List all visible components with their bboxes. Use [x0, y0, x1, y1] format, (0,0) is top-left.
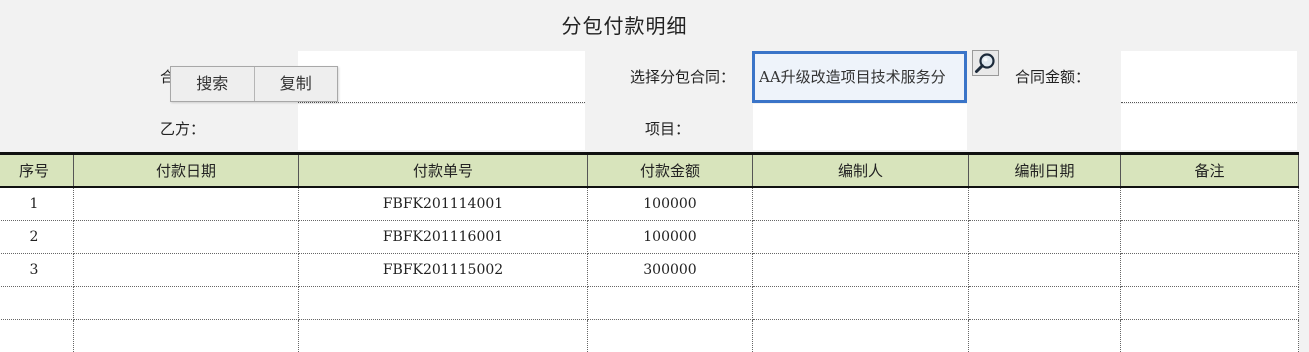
- table-cell[interactable]: 1: [0, 187, 74, 221]
- table-cell[interactable]: [74, 320, 299, 352]
- table-cell[interactable]: [0, 320, 74, 352]
- table-cell[interactable]: [753, 187, 969, 221]
- table-cell[interactable]: [969, 320, 1121, 352]
- table-cell[interactable]: [753, 254, 969, 287]
- table-cell[interactable]: 100000: [588, 221, 753, 254]
- contract-search-button[interactable]: [972, 50, 999, 76]
- party-b-label: 乙方：: [160, 118, 205, 139]
- table-cell[interactable]: [588, 287, 753, 320]
- table-cell[interactable]: [74, 254, 299, 287]
- col-header-index[interactable]: 序号: [0, 154, 74, 188]
- contract-field[interactable]: [298, 51, 585, 103]
- col-header-remark[interactable]: 备注: [1121, 154, 1299, 188]
- page-title: 分包付款明细: [0, 10, 1249, 39]
- table-cell[interactable]: FBFK201114001: [299, 187, 588, 221]
- party-b-field[interactable]: [298, 104, 585, 150]
- table-row[interactable]: 1 FBFK201114001 100000: [0, 187, 1299, 221]
- table-cell[interactable]: [1121, 287, 1299, 320]
- table-cell[interactable]: [299, 287, 588, 320]
- table-cell[interactable]: [753, 287, 969, 320]
- contract-amount-field[interactable]: [1121, 51, 1297, 103]
- select-contract-label: 选择分包合同：: [630, 66, 735, 87]
- table-cell[interactable]: FBFK201115002: [299, 254, 588, 287]
- table-cell[interactable]: [753, 221, 969, 254]
- col-header-pay-number[interactable]: 付款单号: [299, 154, 588, 188]
- table-cell[interactable]: [74, 221, 299, 254]
- table-cell[interactable]: [969, 287, 1121, 320]
- table-cell[interactable]: 100000: [588, 187, 753, 221]
- table-cell[interactable]: [1121, 221, 1299, 254]
- contract-amount-label: 合同金额：: [1015, 66, 1090, 87]
- table-cell[interactable]: 300000: [588, 254, 753, 287]
- select-contract-input[interactable]: AA升级改造项目技术服务分: [752, 51, 967, 103]
- table-cell[interactable]: [299, 320, 588, 352]
- table-cell[interactable]: [969, 187, 1121, 221]
- table-cell[interactable]: [1121, 254, 1299, 287]
- table-cell[interactable]: 3: [0, 254, 74, 287]
- context-menu: 搜索 复制: [170, 66, 338, 102]
- payment-table: 序号 付款日期 付款单号 付款金额 编制人 编制日期 备注 1 FBFK2011…: [0, 152, 1299, 352]
- table-row[interactable]: [0, 287, 1299, 320]
- table-row[interactable]: 3 FBFK201115002 300000: [0, 254, 1299, 287]
- table-cell[interactable]: [1121, 320, 1299, 352]
- magnifier-icon: [973, 51, 998, 75]
- menu-item-copy[interactable]: 复制: [254, 67, 338, 101]
- table-row[interactable]: 2 FBFK201116001 100000: [0, 221, 1299, 254]
- table-cell[interactable]: [74, 287, 299, 320]
- table-cell[interactable]: [1121, 187, 1299, 221]
- col-header-pay-amount[interactable]: 付款金额: [588, 154, 753, 188]
- table-header-row: 序号 付款日期 付款单号 付款金额 编制人 编制日期 备注: [0, 154, 1299, 188]
- table-cell[interactable]: [969, 254, 1121, 287]
- col-header-pay-date[interactable]: 付款日期: [74, 154, 299, 188]
- table-cell[interactable]: [753, 320, 969, 352]
- project-label: 项目：: [645, 118, 690, 139]
- table-cell[interactable]: 2: [0, 221, 74, 254]
- table-cell[interactable]: FBFK201116001: [299, 221, 588, 254]
- table-cell[interactable]: [588, 320, 753, 352]
- menu-item-search[interactable]: 搜索: [171, 67, 254, 101]
- project-field[interactable]: [753, 104, 967, 150]
- contract-amount-lower-field: [1121, 104, 1297, 150]
- table-row[interactable]: [0, 320, 1299, 352]
- col-header-creator[interactable]: 编制人: [753, 154, 969, 188]
- table-cell[interactable]: [969, 221, 1121, 254]
- col-header-create-date[interactable]: 编制日期: [969, 154, 1121, 188]
- table-cell[interactable]: [74, 187, 299, 221]
- table-cell[interactable]: [0, 287, 74, 320]
